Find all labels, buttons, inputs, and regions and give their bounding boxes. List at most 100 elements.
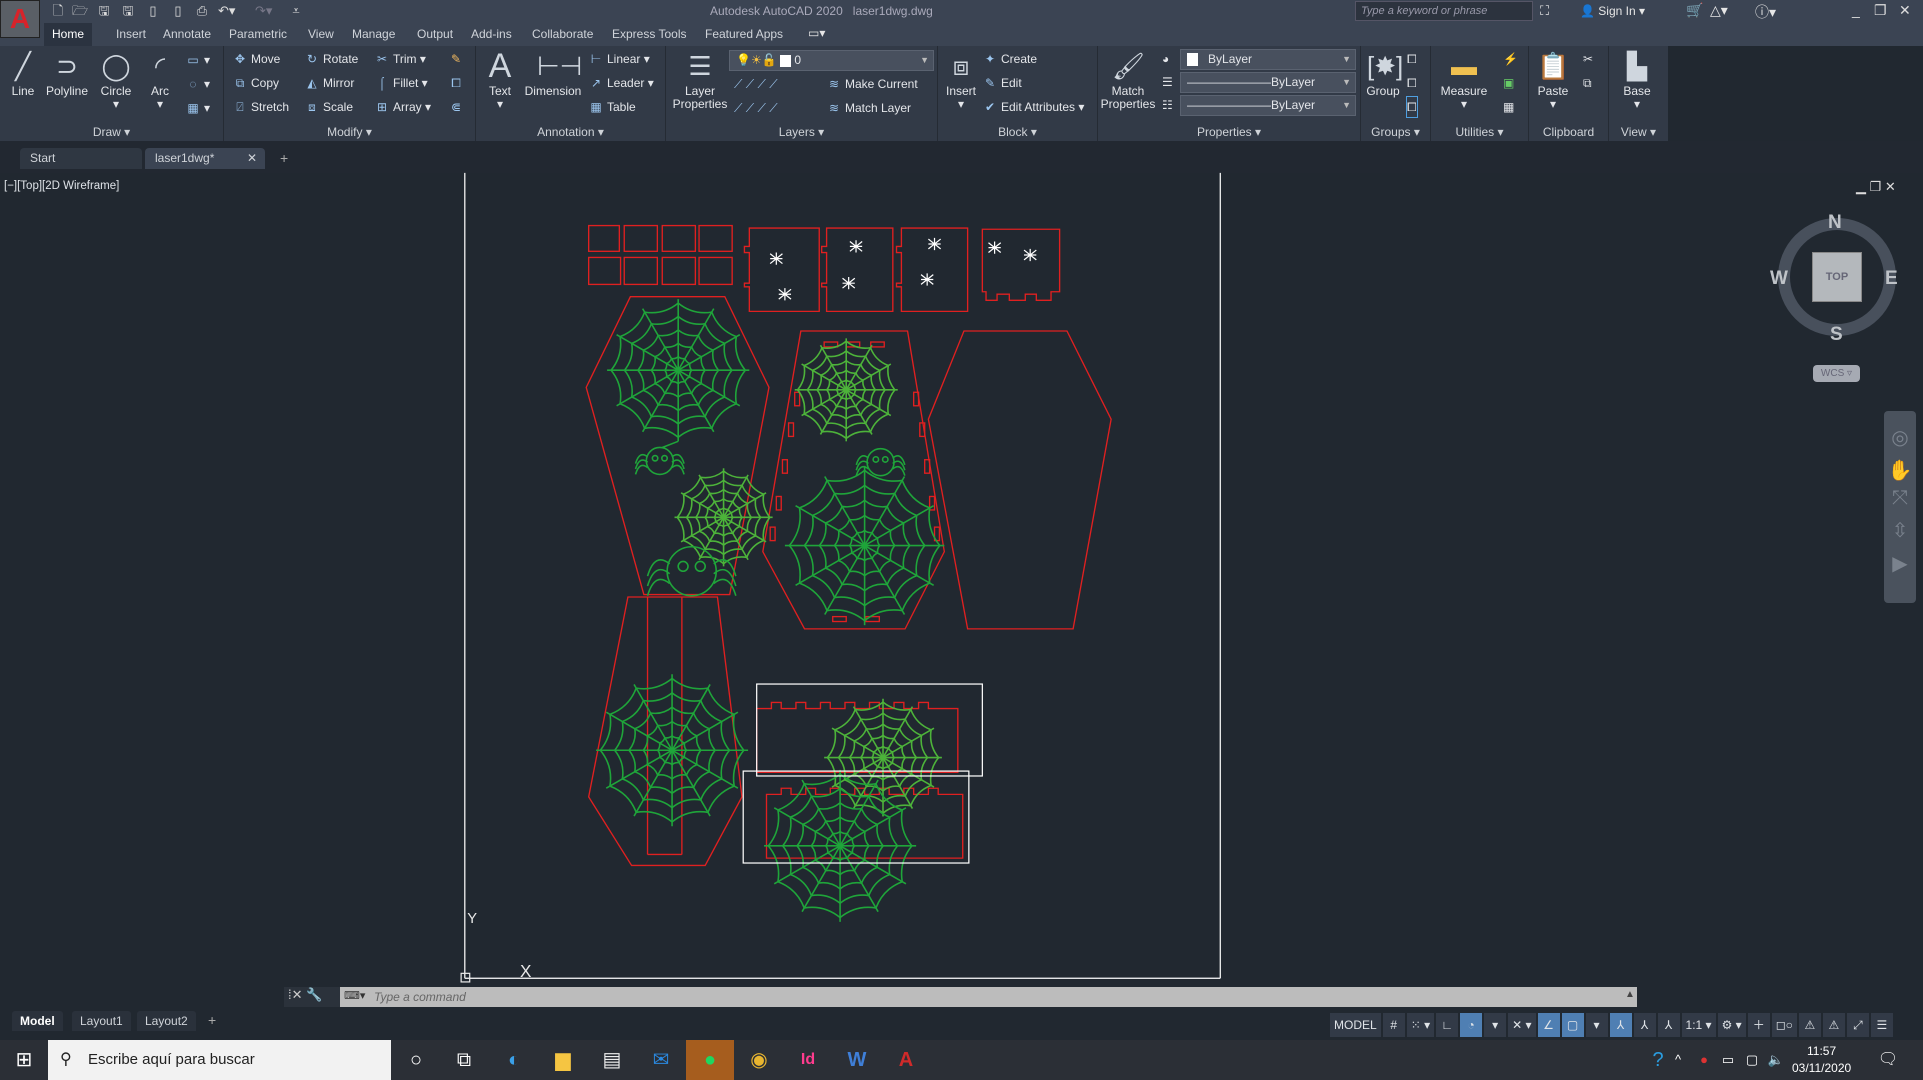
autocad-logo: A [9,3,31,34]
model-space-button[interactable]: MODEL [1330,1013,1381,1037]
application-menu-button[interactable]: A [0,0,40,38]
command-input[interactable]: Type a command [340,987,1637,1007]
hardware-acceleration-icon[interactable]: ⚠ [1798,1013,1821,1037]
web-strand [605,749,673,789]
isometric-icon[interactable]: ✕ ▾ [1508,1013,1536,1037]
new-layout-button[interactable]: + [208,1012,216,1028]
drawing-canvas[interactable]: Y X [0,0,1923,1080]
snap-icon[interactable]: ⁙ ▾ [1406,1013,1435,1037]
notched-box-panel [895,227,969,313]
fullscreen-icon[interactable]: ⤢ [1846,1013,1869,1037]
web-strand [839,807,907,847]
annotation-scale-icon[interactable]: ⅄ [1657,1013,1680,1037]
ortho-icon[interactable]: ∟ [1436,1013,1459,1037]
ucs-x-label: X [520,961,532,981]
object-snap-icon[interactable]: ▢ [1561,1013,1584,1037]
compass-north[interactable]: N [1828,212,1842,234]
orbit-icon[interactable]: ⇳ [1884,518,1916,543]
spider-engraving-small [928,237,942,251]
polar-menu-icon[interactable]: ▾ [1484,1013,1507,1037]
steering-wheel-icon[interactable]: ◎ [1884,425,1916,450]
zoom-extents-icon[interactable]: ⤧ [1884,487,1916,510]
tab-model[interactable]: Model [12,1011,63,1031]
web-strand [824,545,866,615]
task-view-icon[interactable]: ⧉ [440,1040,488,1080]
web-strand [839,845,907,885]
spider-leg [892,465,906,476]
windows-start-icon[interactable]: ⊞ [0,1040,48,1080]
spider-eye [661,454,669,462]
cortana-icon[interactable]: ○ [392,1040,440,1080]
spider-engraving-small [849,240,863,253]
compass-south[interactable]: S [1830,324,1843,346]
compass-west[interactable]: W [1770,268,1788,290]
spotify-icon[interactable]: ● [686,1040,734,1080]
onedrive-error-icon[interactable]: ● [1692,1040,1716,1080]
grid-icon[interactable]: # [1382,1013,1405,1037]
store-icon[interactable]: ▤ [588,1040,636,1080]
web-strand [677,308,715,371]
file-explorer-icon[interactable]: ▆ [539,1040,587,1080]
object-snap-tracking-icon[interactable]: ∠ [1537,1013,1560,1037]
ucs-y-label: Y [467,911,477,927]
close-command-icon[interactable]: ⁞✕ [288,987,303,1002]
navigation-bar[interactable]: ◎ ✋ ⤧ ⇳ ▶ [1884,411,1916,603]
compass-east[interactable]: E [1885,268,1898,290]
volume-icon[interactable]: 🔈 [1764,1040,1788,1080]
scale-dropdown[interactable]: 1:1 ▾ [1681,1013,1716,1037]
taskbar-clock[interactable]: 11:57 03/11/2020 [1792,1043,1851,1077]
word-icon[interactable]: W [833,1040,881,1080]
tab-layout2[interactable]: Layout2 [137,1011,196,1031]
web-strand [616,333,679,371]
viewcube-top-face[interactable]: TOP [1812,252,1862,302]
notifications-icon[interactable]: 🗨 [1864,1040,1912,1080]
small-square-part [698,224,733,252]
spider-engraving-small [988,241,1002,254]
showmotion-icon[interactable]: ▶ [1884,551,1916,576]
indesign-icon[interactable]: Id [784,1040,832,1080]
viewport-window-controls[interactable]: ▁ ❐ ✕ [1856,179,1896,195]
web-strand [864,544,935,587]
spider-body [666,545,718,597]
network-icon[interactable]: ▢ [1740,1040,1764,1080]
chrome-icon[interactable]: ◉ [735,1040,783,1080]
viewport-controls[interactable]: [−][Top][2D Wireframe] [4,180,119,192]
web-strand [677,369,741,407]
spider-leg [646,568,671,587]
command-history-icon[interactable]: ⌨▾ [344,989,365,1002]
ucs-menu[interactable]: WCS ▿ [1813,365,1860,382]
mail-icon[interactable]: ✉ [637,1040,685,1080]
edge-icon[interactable]: ◐ [490,1040,538,1080]
web-strand [633,684,673,751]
autocad-icon[interactable]: A [882,1040,930,1080]
notched-box-panel [821,227,894,313]
isolate-objects-icon[interactable]: ◻○ [1771,1013,1797,1037]
customize-command-icon[interactable]: 🔧 [306,987,322,1002]
annotation-visibility-icon[interactable]: ⅄ [1609,1013,1632,1037]
auto-scale-icon[interactable]: ⅄ [1633,1013,1656,1037]
command-line-controls: ⁞✕ 🔧 [284,987,340,1007]
spider-engraving-small [842,277,856,290]
pan-icon[interactable]: ✋ [1884,458,1916,483]
spider-web-engraving [607,299,750,442]
units-plus-icon[interactable]: ＋ [1747,1013,1770,1037]
workspace-gear-icon[interactable]: ⚙ ▾ [1717,1013,1746,1037]
customize-status-icon[interactable]: ☰ [1870,1013,1893,1037]
spider-thread [661,440,679,449]
web-strand [773,807,841,847]
spider-web-engraving [784,465,945,626]
tab-layout1[interactable]: Layout1 [72,1011,131,1031]
graphics-performance-icon[interactable]: ⚠ [1822,1013,1845,1037]
command-expand-icon[interactable]: ▲ [1625,989,1635,1000]
object-snap-menu-icon[interactable]: ▾ [1585,1013,1608,1037]
polar-tracking-icon[interactable]: ◔ [1460,1013,1483,1037]
web-strand [801,845,841,913]
show-hidden-icons[interactable]: ^ [1666,1040,1690,1080]
spider-web-engraving [824,698,942,817]
coffin-back-panel [927,330,1112,630]
battery-icon[interactable]: ▭ [1716,1040,1740,1080]
small-square-part [587,256,622,286]
taskbar-search-input[interactable]: ⚲ Escribe aquí para buscar [48,1040,391,1080]
spider-engraving-small [920,273,934,286]
slot [794,391,801,407]
